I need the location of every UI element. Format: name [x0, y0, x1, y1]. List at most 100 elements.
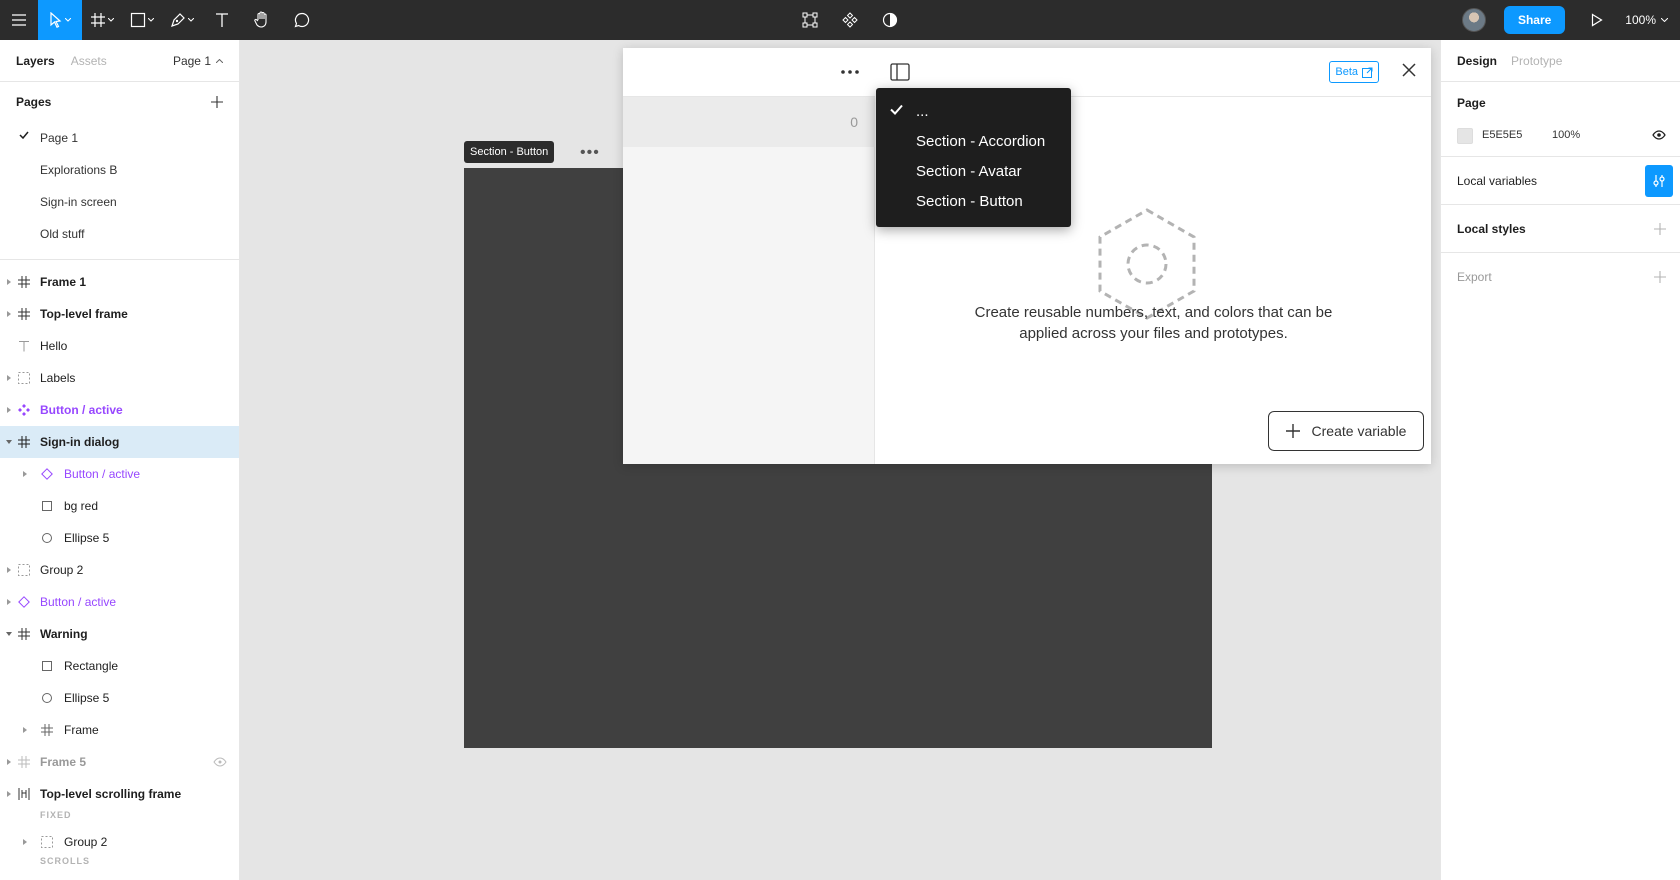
layer-row[interactable]: Ellipse 5 — [0, 522, 239, 554]
beta-badge[interactable]: Beta — [1329, 61, 1379, 83]
empty-state-line-2: applied across your files and prototypes… — [1019, 325, 1288, 342]
shape-tool-button[interactable] — [122, 0, 162, 40]
move-tool-button[interactable] — [38, 0, 82, 40]
collections-sidebar: 0 — [623, 48, 875, 464]
expand-arrow-icon[interactable] — [23, 471, 27, 477]
layer-row[interactable]: Frame 1 — [0, 266, 239, 298]
layer-row[interactable]: Warning — [0, 618, 239, 650]
create-variable-button[interactable]: Create variable — [1268, 411, 1424, 451]
expand-arrow-icon[interactable] — [7, 759, 11, 765]
comment-tool-button[interactable] — [282, 0, 322, 40]
add-style-icon[interactable] — [1654, 223, 1666, 235]
frame-tool-button[interactable] — [82, 0, 122, 40]
open-variables-button[interactable] — [1645, 165, 1673, 197]
expand-arrow-icon[interactable] — [7, 375, 11, 381]
hand-icon — [254, 11, 267, 28]
expand-arrow-icon[interactable] — [7, 407, 11, 413]
comment-icon — [294, 12, 310, 28]
more-icon[interactable] — [841, 70, 859, 74]
tab-assets[interactable]: Assets — [71, 54, 107, 68]
color-swatch[interactable] — [1457, 128, 1473, 144]
sidebar-toggle-icon[interactable] — [890, 63, 910, 81]
hamburger-icon — [12, 14, 26, 26]
layer-row[interactable]: Frame — [0, 714, 239, 746]
eye-icon[interactable] — [1652, 130, 1666, 140]
layer-row-selected[interactable]: Sign-in dialog — [0, 426, 239, 458]
section-label[interactable]: Section - Button — [464, 141, 555, 163]
tab-layers[interactable]: Layers — [16, 54, 55, 68]
zoom-dropdown[interactable]: 100% — [1625, 13, 1668, 27]
layer-row[interactable]: Top-level frame — [0, 298, 239, 330]
check-icon — [19, 131, 29, 139]
frame-icon — [41, 724, 53, 736]
transform-button[interactable] — [790, 0, 830, 40]
layer-row[interactable]: bg red — [0, 490, 239, 522]
mask-button[interactable] — [870, 0, 910, 40]
present-button[interactable] — [1579, 0, 1615, 40]
layer-row[interactable]: Group 2 — [0, 554, 239, 586]
expand-arrow-icon[interactable] — [7, 279, 11, 285]
main-menu-button[interactable] — [0, 0, 38, 40]
page-item[interactable]: Sign-in screen — [0, 186, 239, 218]
layer-name: Ellipse 5 — [64, 691, 110, 705]
local-variables-label: Local variables — [1457, 174, 1538, 188]
dropdown-item-label: Section - Avatar — [916, 162, 1022, 180]
divider — [0, 259, 239, 260]
page-item[interactable]: Explorations B — [0, 154, 239, 186]
canvas[interactable]: Section - Button ••• 0 Beta Create reusa… — [240, 40, 1440, 880]
local-styles-row: Local styles — [1441, 205, 1680, 253]
add-page-icon[interactable] — [211, 96, 223, 108]
layer-name: Frame 1 — [40, 275, 87, 289]
hand-tool-button[interactable] — [242, 0, 282, 40]
dropdown-item[interactable]: ... — [876, 96, 1071, 126]
dropdown-item[interactable]: Section - Accordion — [876, 126, 1071, 156]
collection-dropdown-menu: ... Section - Accordion Section - Avatar… — [876, 88, 1071, 227]
expand-arrow-icon[interactable] — [23, 839, 27, 845]
tab-prototype[interactable]: Prototype — [1511, 54, 1562, 68]
tab-design[interactable]: Design — [1457, 54, 1497, 68]
zoom-value: 100% — [1625, 13, 1656, 27]
collapse-arrow-icon[interactable] — [6, 632, 12, 636]
collection-row[interactable] — [623, 97, 875, 147]
layer-row[interactable]: Hello — [0, 330, 239, 362]
contrast-icon — [882, 12, 898, 28]
page-color-row[interactable]: E5E5E5 100% — [1441, 120, 1680, 156]
text-tool-button[interactable] — [202, 0, 242, 40]
dropdown-item[interactable]: Section - Button — [876, 186, 1071, 216]
expand-arrow-icon[interactable] — [7, 791, 11, 797]
layer-row[interactable]: Labels — [0, 362, 239, 394]
pen-icon — [171, 13, 185, 27]
layer-row[interactable]: Ellipse 5 — [0, 682, 239, 714]
close-icon[interactable] — [1401, 62, 1417, 78]
eye-closed-icon[interactable] — [213, 757, 227, 767]
color-hex-input[interactable]: E5E5E5 — [1482, 129, 1522, 141]
expand-arrow-icon[interactable] — [7, 311, 11, 317]
expand-arrow-icon[interactable] — [7, 567, 11, 573]
pen-tool-button[interactable] — [162, 0, 202, 40]
toolbar-center — [790, 0, 910, 40]
expand-arrow-icon[interactable] — [23, 727, 27, 733]
layer-row[interactable]: Rectangle — [0, 650, 239, 682]
layer-row[interactable]: Button / active — [0, 586, 239, 618]
page-item-label: Explorations B — [40, 163, 118, 177]
color-opacity-input[interactable]: 100% — [1552, 129, 1580, 141]
layer-row[interactable]: Button / active — [0, 458, 239, 490]
dropdown-item[interactable]: Section - Avatar — [876, 156, 1071, 186]
expand-arrow-icon[interactable] — [7, 599, 11, 605]
layer-row[interactable]: Button / active — [0, 394, 239, 426]
page-item[interactable]: Page 1 — [0, 122, 239, 154]
section-more-button[interactable]: ••• — [580, 144, 600, 162]
avatar[interactable] — [1461, 8, 1486, 32]
collapse-arrow-icon[interactable] — [6, 440, 12, 444]
ellipse-icon — [42, 693, 52, 703]
instance-icon — [18, 596, 30, 608]
component-button[interactable] — [830, 0, 870, 40]
add-export-icon[interactable] — [1654, 271, 1666, 283]
frame-icon — [18, 308, 30, 320]
layer-row[interactable]: Group 2 — [0, 826, 239, 856]
page-item[interactable]: Old stuff — [0, 218, 239, 250]
layer-row-hidden[interactable]: Frame 5 — [0, 746, 239, 778]
share-button[interactable]: Share — [1503, 6, 1566, 34]
page-selector[interactable]: Page 1 — [173, 54, 223, 68]
layer-row[interactable]: Top-level scrolling frame — [0, 778, 239, 810]
